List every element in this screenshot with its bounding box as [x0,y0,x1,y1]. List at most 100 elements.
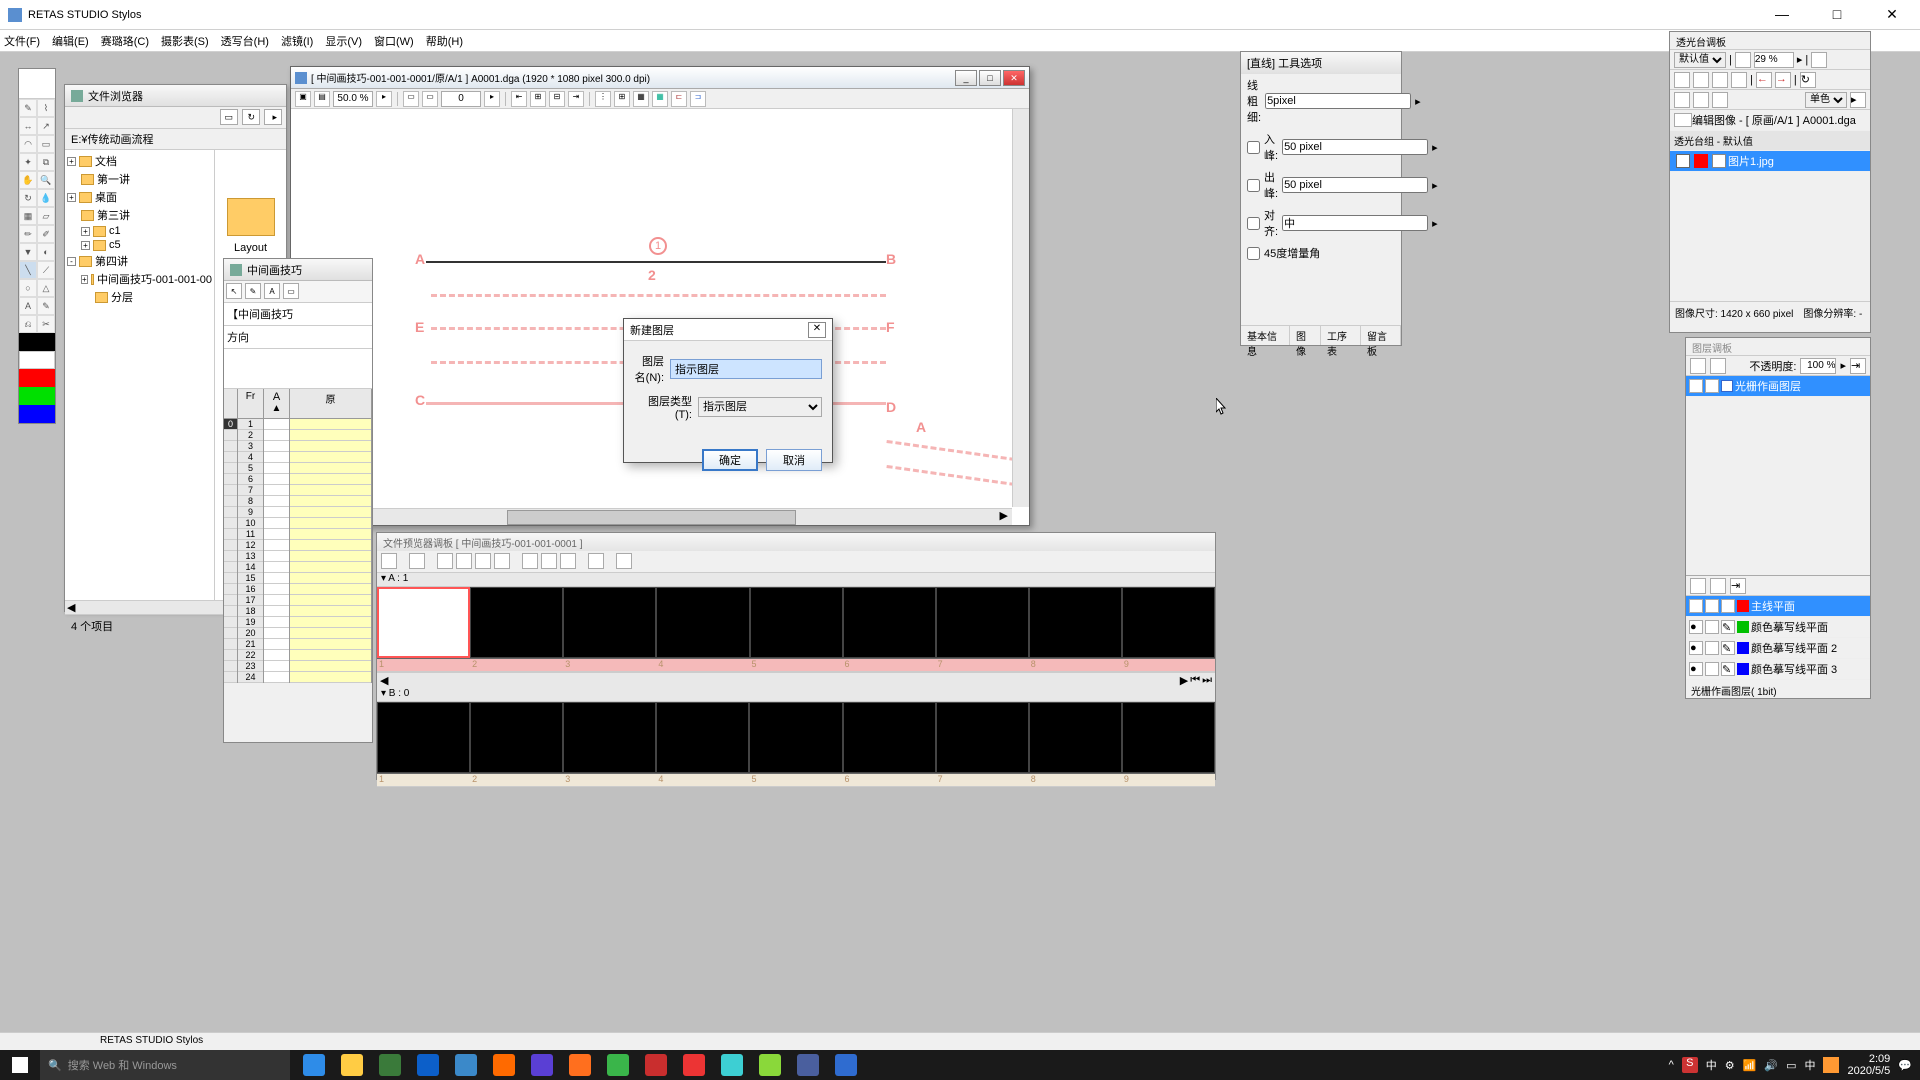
grid6-button[interactable]: ⊐ [690,91,706,107]
lt-zoom-input[interactable] [1754,52,1794,68]
tree-expand-icon[interactable]: + [81,275,88,284]
volume-icon[interactable]: 🔊 [1764,1059,1778,1072]
lt-btn-end[interactable] [1811,52,1827,68]
lt-reg4[interactable] [1731,72,1747,88]
tl-track-b[interactable]: ▾ B : 0 [377,688,1215,702]
taskbar-app[interactable] [562,1050,598,1080]
eye-icon[interactable]: ● [1689,620,1703,634]
color-green[interactable] [19,387,55,405]
tool-poly[interactable]: △ [37,279,55,297]
tl-frame[interactable] [470,702,563,773]
pencil-icon[interactable]: ✎ [1721,599,1735,613]
tl-link-button[interactable] [522,553,538,569]
tl-frame[interactable] [377,702,470,773]
tool-eyedrop[interactable]: 💧 [37,189,55,207]
tl-frame[interactable] [749,702,842,773]
taskbar-app[interactable] [790,1050,826,1080]
tool-marker[interactable]: ✐ [37,225,55,243]
lt-reg2[interactable] [1693,72,1709,88]
lt-btn1[interactable] [1735,52,1751,68]
plane-row[interactable]: ●✎颜色摹写线平面 3 [1686,659,1870,680]
tl-last-icon[interactable]: ⏭ [1202,674,1212,687]
nav4-button[interactable]: ⇥ [568,91,584,107]
edit-icon[interactable] [1705,641,1719,655]
tool-fill[interactable]: ▦ [19,207,37,225]
lp-new-button[interactable] [1690,358,1706,374]
ime-lang2[interactable]: 中 [1804,1057,1815,1073]
tray-icon[interactable]: ⚙ [1725,1059,1735,1072]
lp-del2-button[interactable] [1710,578,1726,594]
tool-erase[interactable]: ▱ [37,207,55,225]
tl-frame[interactable] [1029,587,1122,658]
tray-icon2[interactable]: ▭ [1786,1059,1796,1072]
tl-frame[interactable] [656,587,749,658]
out-input[interactable] [1282,177,1428,193]
taskbar-app[interactable] [828,1050,864,1080]
tree-expand-icon[interactable]: + [81,241,90,250]
tl-frame[interactable] [656,702,749,773]
tl-frame[interactable] [936,702,1029,773]
tool-note[interactable]: ✎ [37,297,55,315]
xsheet-grid[interactable]: 0 Fr 12345678910111213141516171819202122… [224,389,372,683]
prev-button[interactable]: ▭ [403,91,419,107]
tl-copy-button[interactable] [456,553,472,569]
pencil-icon[interactable]: ✎ [1721,641,1735,655]
color-white[interactable] [19,351,55,369]
zoom-input[interactable] [333,91,373,107]
onion-button[interactable]: ▤ [314,91,330,107]
lp-del-button[interactable] [1710,358,1726,374]
pencil-icon[interactable]: ✎ [1705,379,1719,393]
align-input[interactable] [1282,215,1428,231]
taskbar-app[interactable] [714,1050,750,1080]
network-icon[interactable]: 📶 [1743,1059,1757,1072]
edit-icon[interactable] [1705,599,1719,613]
tl-frame[interactable] [843,587,936,658]
tl-first-icon[interactable]: ⏮ [1190,674,1200,687]
tool-lasso[interactable]: ◠ [19,135,37,153]
menu-edit[interactable]: 编辑(E) [52,33,89,49]
tl-frame[interactable] [1122,702,1215,773]
fb-tree[interactable]: +文档 第一讲 +桌面 第三讲 +c1 +c5 -第四讲 +中间画技巧-001-… [65,150,215,600]
tool-hand[interactable]: ✋ [19,171,37,189]
lp-new2-button[interactable] [1690,578,1706,594]
plane-color-swatch[interactable] [1737,642,1749,654]
ok-button[interactable]: 确定 [702,449,758,471]
lt-reg1[interactable] [1674,72,1690,88]
zoom-menu-button[interactable]: ▸ [376,91,392,107]
tl-track-a[interactable]: ▾ A : 1 [377,573,1215,587]
tree-item[interactable]: 分层 [111,289,133,305]
in-input[interactable] [1282,139,1428,155]
lp-menu-button[interactable]: ⇥ [1850,358,1866,374]
tl-cut-button[interactable] [437,553,453,569]
lt-reg3[interactable] [1712,72,1728,88]
tl-paste-button[interactable] [475,553,491,569]
frame-menu-button[interactable]: ▸ [484,91,500,107]
menu-window[interactable]: 窗口(W) [374,33,414,49]
edit-icon[interactable] [1705,662,1719,676]
lp-menu2-button[interactable]: ⇥ [1730,578,1746,594]
tab-image[interactable]: 图像 [1290,326,1321,345]
tool-arrow[interactable]: ↗ [37,117,55,135]
tool-gradient[interactable]: ◐ [37,243,55,261]
taskbar-app[interactable] [752,1050,788,1080]
taskbar-app[interactable] [600,1050,636,1080]
eye-icon[interactable]: ● [1689,379,1703,393]
angle45-checkbox[interactable] [1247,247,1260,260]
clock[interactable]: 2:09 2020/5/5 [1847,1053,1890,1077]
color-red[interactable] [19,369,55,387]
taskbar-app[interactable] [486,1050,522,1080]
eye-icon[interactable]: ● [1676,154,1690,168]
tool-cut[interactable]: ✂ [37,315,55,333]
tree-item[interactable]: 第四讲 [95,253,128,269]
search-box[interactable]: 🔍搜索 Web 和 Windows [40,1050,290,1080]
lt-item[interactable]: ● 图片1.jpg [1670,151,1870,172]
tree-expand-icon[interactable]: + [67,193,76,202]
dialog-close-button[interactable]: ✕ [808,322,826,338]
layer-name-input[interactable] [670,359,822,379]
lt-preset-select[interactable]: 默认值 [1674,52,1726,68]
dropdown-icon[interactable]: ▸ [1415,95,1421,108]
out-peak-checkbox[interactable] [1247,179,1260,192]
ime-icon[interactable]: S [1682,1057,1698,1073]
tree-item[interactable]: c5 [109,239,121,251]
tl-btn2[interactable] [409,553,425,569]
